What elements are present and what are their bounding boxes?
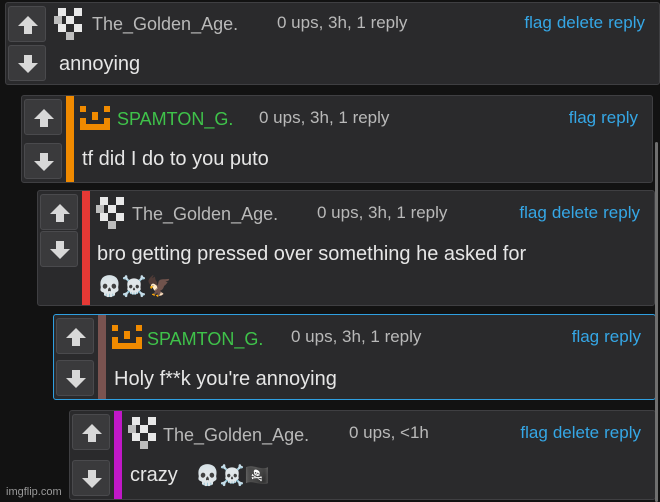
comment-actions: flag delete reply — [514, 203, 640, 223]
comment-body: annoying — [59, 53, 141, 75]
username[interactable]: The_Golden_Age. — [132, 204, 278, 225]
username[interactable]: SPAMTON_G. — [147, 329, 263, 350]
flag-link[interactable]: flag — [572, 327, 599, 346]
comment-meta: 0 ups, 3h, 1 reply — [259, 108, 390, 127]
golden-age-avatar — [96, 197, 124, 229]
comment-body: Holy f**k you're annoying — [114, 368, 337, 390]
comment-actions: flag reply — [564, 108, 638, 128]
arrow-up-icon — [34, 109, 54, 127]
arrow-up-icon — [82, 424, 102, 442]
downvote-button[interactable] — [72, 460, 110, 496]
upvote-button[interactable] — [24, 99, 62, 135]
upvote-button[interactable] — [56, 318, 94, 354]
downvote-button[interactable] — [24, 143, 62, 179]
flag-link[interactable]: flag — [519, 203, 546, 222]
golden-age-avatar — [128, 417, 156, 449]
upvote-button[interactable] — [40, 194, 78, 230]
flag-link[interactable]: flag — [524, 13, 551, 32]
comment-5: The_Golden_Age. 0 ups, <1h flag delete rep… — [69, 410, 656, 500]
vote-column — [6, 3, 52, 84]
watermark: imgflip.com — [6, 486, 62, 498]
vote-column — [38, 191, 84, 305]
comment-body: crazy — [130, 464, 178, 486]
username[interactable]: The_Golden_Age. — [92, 14, 238, 35]
comment-meta: 0 ups, 3h, 1 reply — [291, 327, 422, 346]
thread-accent-bar — [98, 315, 106, 399]
thread-accent-bar — [66, 96, 74, 182]
reply-link[interactable]: reply — [604, 327, 641, 346]
spamton-avatar — [112, 325, 142, 349]
arrow-down-icon — [18, 55, 38, 73]
reply-link[interactable]: reply — [603, 203, 640, 222]
arrow-down-icon — [50, 241, 70, 259]
comment-3: The_Golden_Age. 0 ups, 3h, 1 reply flag d… — [37, 190, 655, 306]
username[interactable]: SPAMTON_G. — [117, 109, 233, 130]
golden-age-avatar — [54, 8, 82, 40]
delete-link[interactable]: delete — [553, 423, 599, 442]
spamton-avatar — [80, 106, 110, 130]
comment-meta: 0 ups, 3h, 1 reply — [317, 203, 448, 222]
comment-body: bro getting pressed over something he as… — [97, 243, 527, 265]
comment-actions: flag reply — [567, 327, 641, 347]
downvote-button[interactable] — [8, 45, 46, 81]
upvote-button[interactable] — [72, 414, 110, 450]
arrow-down-icon — [82, 470, 102, 488]
arrow-down-icon — [34, 153, 54, 171]
username[interactable]: The_Golden_Age. — [163, 425, 309, 446]
downvote-button[interactable] — [40, 231, 78, 267]
upvote-button[interactable] — [8, 6, 46, 42]
downvote-button[interactable] — [56, 360, 94, 396]
thread-accent-bar — [114, 411, 122, 499]
arrow-up-icon — [18, 16, 38, 34]
comment-body: tf did I do to you puto — [82, 148, 269, 170]
reply-link[interactable]: reply — [601, 108, 638, 127]
delete-link[interactable]: delete — [557, 13, 603, 32]
delete-link[interactable]: delete — [552, 203, 598, 222]
thread-accent-bar — [82, 191, 90, 305]
comment-1: The_Golden_Age. 0 ups, 3h, 1 reply flag d… — [5, 2, 660, 85]
vote-column — [54, 315, 100, 399]
comment-emoji: 💀☠️🦅 — [97, 276, 172, 298]
comment-actions: flag delete reply — [519, 13, 645, 33]
arrow-up-icon — [50, 204, 70, 222]
reply-link[interactable]: reply — [604, 423, 641, 442]
comment-actions: flag delete reply — [515, 423, 641, 443]
comment-meta: 0 ups, 3h, 1 reply — [277, 13, 408, 32]
arrow-down-icon — [66, 370, 86, 388]
vote-column — [70, 411, 116, 499]
scrollbar[interactable] — [655, 142, 658, 502]
comment-4: SPAMTON_G. 0 ups, 3h, 1 reply flag reply … — [53, 314, 656, 400]
comment-emoji: 💀☠️🏴‍☠️ — [195, 465, 270, 487]
comment-meta: 0 ups, <1h — [349, 423, 429, 442]
vote-column — [22, 96, 68, 182]
reply-link[interactable]: reply — [608, 13, 645, 32]
comment-2: SPAMTON_G. 0 ups, 3h, 1 reply flag reply … — [21, 95, 653, 183]
flag-link[interactable]: flag — [569, 108, 596, 127]
flag-link[interactable]: flag — [520, 423, 547, 442]
arrow-up-icon — [66, 328, 86, 346]
